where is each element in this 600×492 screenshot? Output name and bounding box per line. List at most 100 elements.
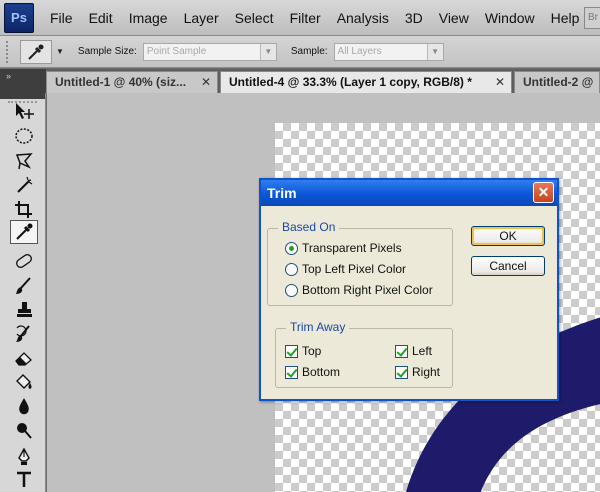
checkbox[interactable]	[285, 365, 298, 379]
eraser-tool[interactable]	[10, 346, 38, 370]
menu-window[interactable]: Window	[477, 0, 543, 36]
radio-button[interactable]	[285, 262, 298, 276]
eraser-icon	[15, 352, 32, 366]
tab-label: Untitled-1 @ 40% (siz...	[55, 75, 187, 89]
tab-untitled-1[interactable]: Untitled-1 @ 40% (siz... ✕	[46, 71, 218, 93]
toolbox	[0, 93, 46, 492]
radio-label: Top Left Pixel Color	[302, 262, 407, 276]
checkbox-left[interactable]: Left	[395, 344, 432, 358]
cancel-button[interactable]: Cancel	[471, 256, 545, 276]
based-on-title: Based On	[278, 220, 340, 234]
tab-label: Untitled-2 @	[523, 75, 594, 89]
sample-size-select[interactable]: Point Sample ▼	[142, 42, 277, 61]
bandage-icon	[16, 254, 32, 268]
options-grip[interactable]	[6, 40, 14, 63]
options-bar: ▼ Sample Size: Point Sample ▼ Sample: Al…	[0, 36, 600, 68]
eyedropper-icon	[16, 223, 33, 240]
checkbox-label: Top	[302, 344, 322, 358]
menu-filter[interactable]: Filter	[282, 0, 329, 36]
history-brush-icon	[16, 325, 30, 342]
menu-file[interactable]: File	[42, 0, 81, 36]
type-tool[interactable]	[10, 467, 38, 491]
ok-button[interactable]: OK	[471, 226, 545, 246]
menu-bar: Ps File Edit Image Layer Select Filter A…	[0, 0, 600, 36]
paint-bucket-tool[interactable]	[10, 370, 38, 394]
checkbox-top[interactable]: Top	[285, 344, 321, 358]
menu-analysis[interactable]: Analysis	[329, 0, 397, 36]
dialog-title-bar[interactable]: Trim ✕	[261, 180, 557, 206]
chevron-down-icon: ▼	[426, 43, 443, 60]
sample-size-value: Point Sample	[146, 45, 207, 57]
dodge-tool[interactable]	[10, 418, 38, 442]
sample-value: All Layers	[337, 45, 382, 57]
chevron-down-icon[interactable]: ▼	[56, 47, 64, 56]
menu-view[interactable]: View	[431, 0, 477, 36]
pen-icon	[18, 447, 30, 465]
photoshop-logo-icon[interactable]: Ps	[4, 2, 34, 33]
history-brush-tool[interactable]	[10, 322, 38, 346]
healing-brush-tool[interactable]	[10, 249, 38, 273]
menu-3d[interactable]: 3D	[397, 0, 431, 36]
lasso-tool[interactable]	[10, 149, 38, 173]
close-icon[interactable]: ✕	[201, 75, 211, 89]
lasso-icon	[15, 153, 33, 170]
dialog-title: Trim	[267, 185, 297, 201]
document-tabs: » Untitled-1 @ 40% (siz... ✕ Untitled-4 …	[0, 69, 600, 93]
checkbox-label: Left	[412, 344, 433, 358]
magic-wand-icon	[17, 176, 33, 193]
trim-away-group: Trim Away	[275, 320, 453, 388]
elliptical-marquee-icon	[15, 128, 33, 144]
pen-tool[interactable]	[10, 445, 38, 469]
tool-preset-picker[interactable]	[20, 39, 52, 64]
checkbox-label: Bottom	[302, 365, 341, 379]
collapse-panels-button[interactable]: »	[0, 69, 46, 93]
stamp-icon	[17, 302, 32, 317]
checkbox[interactable]	[395, 344, 408, 358]
checkbox[interactable]	[395, 365, 408, 379]
drop-icon	[19, 398, 29, 415]
tab-label: Untitled-4 @ 33.3% (Layer 1 copy, RGB/8)…	[229, 75, 472, 89]
trim-away-title: Trim Away	[286, 320, 350, 334]
radio-transparent-pixels[interactable]: Transparent Pixels	[285, 241, 402, 255]
radio-label: Bottom Right Pixel Color	[302, 283, 433, 297]
close-icon[interactable]: ✕	[533, 182, 554, 203]
tab-untitled-4[interactable]: Untitled-4 @ 33.3% (Layer 1 copy, RGB/8)…	[220, 71, 512, 93]
checkbox-right[interactable]: Right	[395, 365, 440, 379]
chevron-down-icon: ▼	[259, 43, 276, 60]
menu-select[interactable]: Select	[227, 0, 282, 36]
eyedropper-icon	[28, 44, 44, 60]
move-tool[interactable]	[10, 99, 38, 123]
checkbox[interactable]	[285, 344, 298, 358]
checkbox-label: Right	[412, 365, 441, 379]
sample-select[interactable]: All Layers ▼	[333, 42, 444, 61]
bridge-button[interactable]: Br	[584, 7, 600, 29]
radio-top-left-pixel-color[interactable]: Top Left Pixel Color	[285, 262, 406, 276]
tab-untitled-2[interactable]: Untitled-2 @	[514, 71, 600, 93]
radio-label: Transparent Pixels	[302, 241, 402, 255]
sample-label: Sample:	[290, 46, 328, 57]
eyedropper-tool[interactable]	[10, 220, 38, 244]
menu-layer[interactable]: Layer	[176, 0, 227, 36]
radio-button[interactable]	[285, 241, 298, 255]
checkbox-bottom[interactable]: Bottom	[285, 365, 340, 379]
brush-tool[interactable]	[10, 274, 38, 298]
type-icon	[17, 471, 31, 487]
clone-stamp-tool[interactable]	[10, 298, 38, 322]
trim-dialog: Trim ✕ Based On Transparent Pixels Top L…	[259, 178, 559, 401]
quick-selection-tool[interactable]	[10, 173, 38, 197]
close-icon[interactable]: ✕	[495, 75, 505, 89]
paint-bucket-icon	[16, 374, 32, 389]
blur-tool[interactable]	[10, 394, 38, 418]
brush-icon	[16, 277, 31, 294]
menu-edit[interactable]: Edit	[81, 0, 121, 36]
dodge-icon	[17, 423, 32, 439]
menu-help[interactable]: Help	[543, 0, 588, 36]
radio-button[interactable]	[285, 283, 298, 297]
crop-icon	[15, 201, 32, 218]
crop-tool[interactable]	[10, 197, 38, 221]
radio-bottom-right-pixel-color[interactable]: Bottom Right Pixel Color	[285, 283, 433, 297]
sample-size-label: Sample Size:	[77, 46, 137, 57]
marquee-tool[interactable]	[10, 124, 38, 148]
move-icon	[16, 103, 34, 119]
menu-image[interactable]: Image	[121, 0, 176, 36]
